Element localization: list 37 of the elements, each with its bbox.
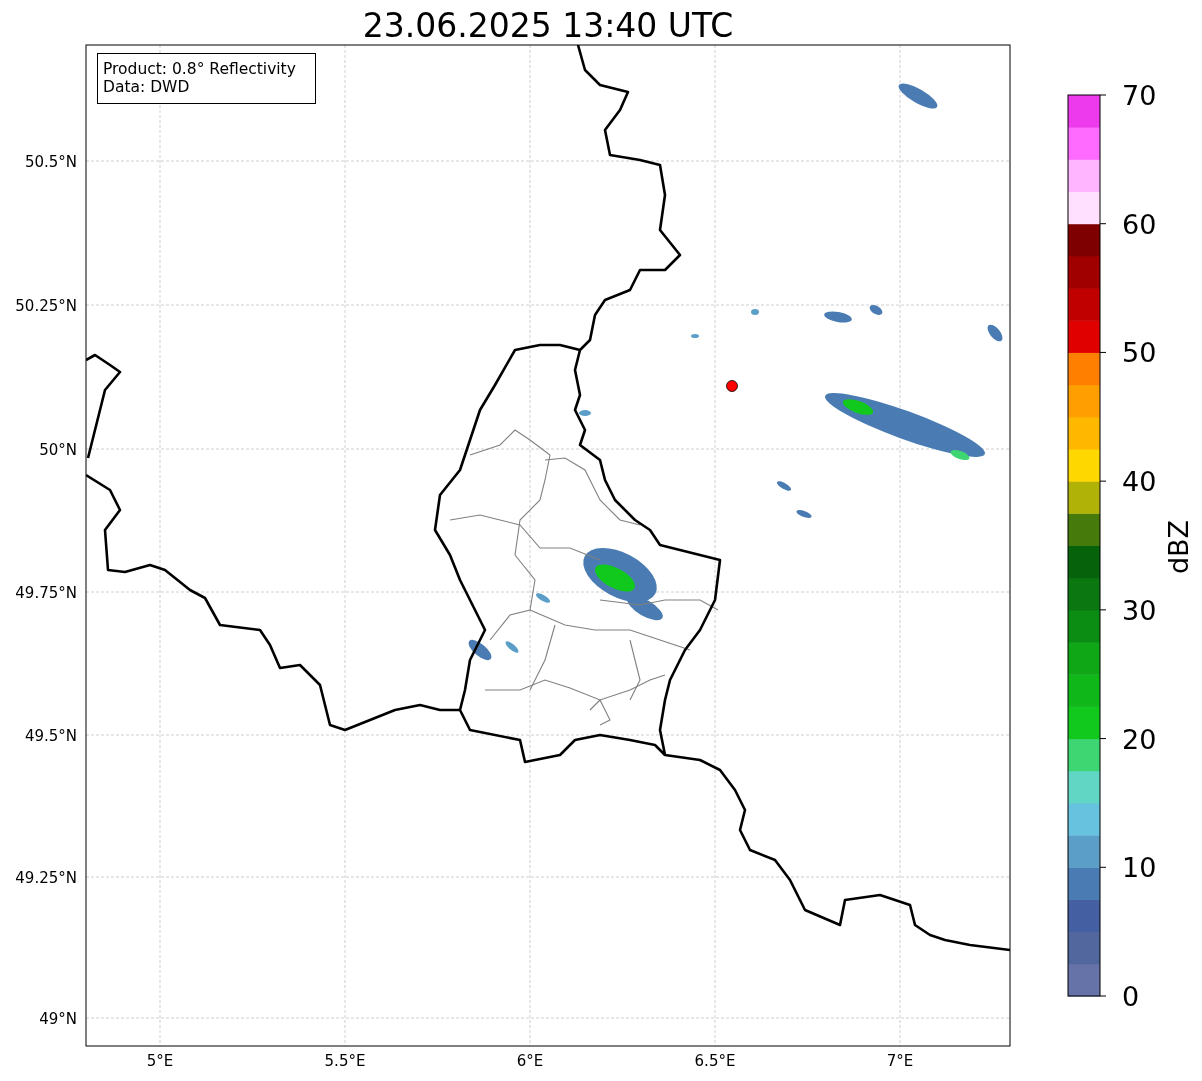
longitude-tick-label: 6.5°E <box>694 1052 736 1070</box>
longitude-tick-label: 5°E <box>146 1052 174 1070</box>
radar-echo <box>579 410 591 416</box>
longitude-tick-label: 5.5°E <box>324 1052 366 1070</box>
longitude-tick-label: 6°E <box>516 1052 544 1070</box>
radar-echo <box>824 311 852 323</box>
colorbar-tick-label: 30 <box>1122 594 1157 626</box>
longitude-tick-label: 7°E <box>886 1052 914 1070</box>
radar-echo <box>468 639 492 661</box>
colorbar-tick-label: 20 <box>1122 723 1157 755</box>
latitude-tick-label: 49.25°N <box>15 869 77 887</box>
radar-echo <box>796 510 812 518</box>
latitude-tick-label: 49.75°N <box>15 584 77 602</box>
colorbar-label: dBZ <box>1163 519 1194 575</box>
radar-echo <box>535 593 551 603</box>
annotation-text: Data: DWD <box>103 78 190 96</box>
plot-title: 23.06.2025 13:40 UTC <box>362 6 734 45</box>
radar-echo <box>505 641 519 653</box>
radar-echo <box>776 481 792 491</box>
radar-echo <box>869 305 883 315</box>
colorbar-tick-label: 10 <box>1122 852 1157 884</box>
radar-echo <box>751 309 759 315</box>
latitude-tick-label: 50°N <box>39 441 77 459</box>
latitude-tick-label: 49.5°N <box>24 727 77 745</box>
latitude-tick-label: 50.25°N <box>15 297 77 315</box>
colorbar-tick-label: 0 <box>1122 981 1140 1012</box>
annotation-text: Product: 0.8° Reflectivity <box>103 60 296 78</box>
colorbar-tick-label: 40 <box>1122 466 1157 498</box>
radar-echo <box>987 324 1003 342</box>
radar-echo <box>691 334 699 338</box>
radar-echo <box>898 83 938 109</box>
latitude-tick-label: 50.5°N <box>24 153 77 171</box>
radar-site-marker <box>726 380 738 392</box>
latitude-tick-label: 49°N <box>39 1010 77 1028</box>
colorbar-tick-label: 60 <box>1122 208 1157 240</box>
colorbar-tick-label: 50 <box>1122 337 1157 369</box>
colorbar-tick-label: 70 <box>1122 80 1157 111</box>
